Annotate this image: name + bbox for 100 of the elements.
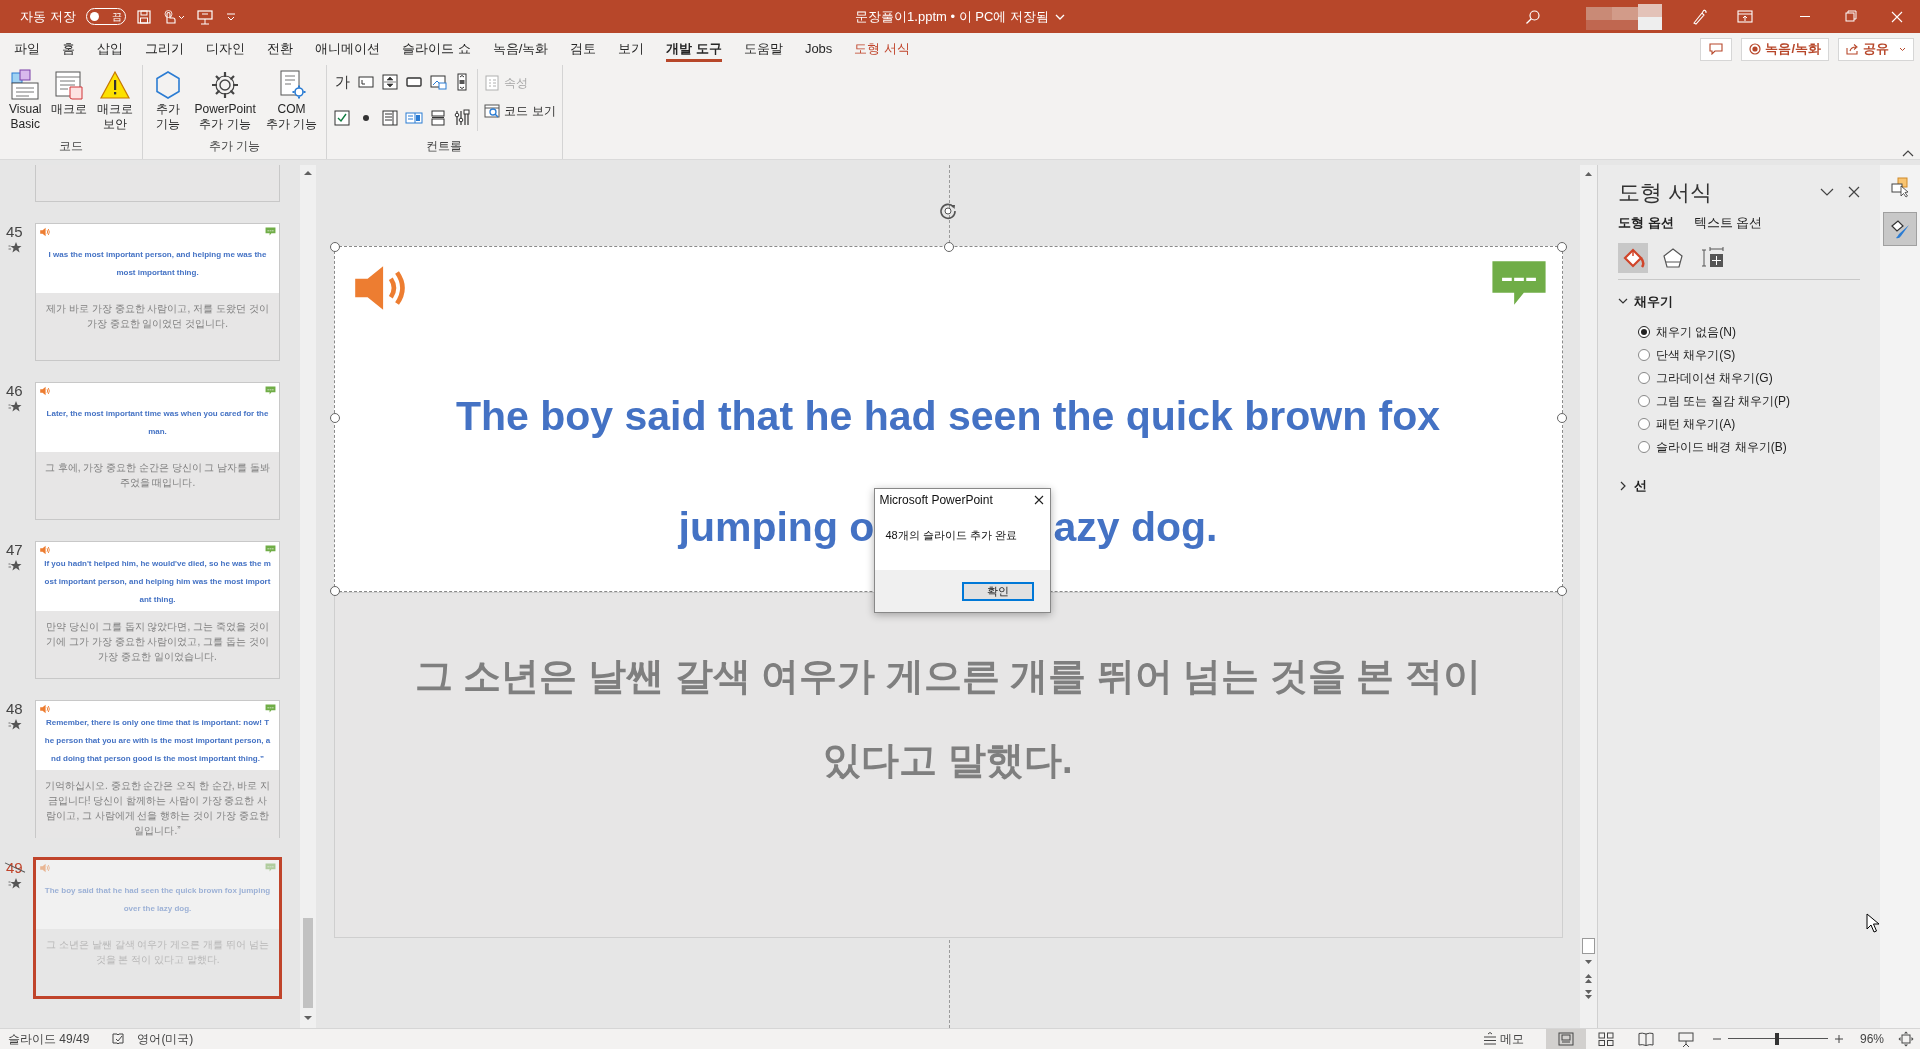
radio-button[interactable] [1638,326,1650,338]
rotate-handle-icon[interactable] [937,201,958,221]
share-button[interactable]: 공유 [1838,37,1914,61]
scroll-thumb[interactable] [303,918,313,1008]
size-position-icon [1701,245,1725,270]
ok-button[interactable]: 확인 [962,581,1035,601]
ribbon-tab[interactable]: 슬라이드 쇼 [391,33,482,65]
zoom-in-icon[interactable] [1834,1034,1844,1044]
ribbon-tab[interactable]: 파일 [3,33,51,65]
ribbon-display-icon[interactable] [1736,8,1754,25]
section-header[interactable]: 선 [1618,476,1860,496]
notes-button[interactable]: 메모 [1478,1029,1528,1049]
speaker-icon [39,226,51,238]
radio-button[interactable] [1638,395,1650,407]
close-icon[interactable] [1848,186,1860,198]
ribbon-tab[interactable]: 도움말 [732,33,794,65]
dialog-title: Microsoft PowerPoint [879,492,993,509]
visual-basic-button[interactable]: Visual Basic [6,69,45,137]
macro-security-button[interactable]: 매크로 보안 [94,69,137,137]
slide-english-text: Remember, there is only one time that is important: now! The person that you are with is the most important person, and doing that person good is the most important thing.” [44,716,271,765]
presentation-icon[interactable] [195,8,214,25]
spin-button-icon[interactable] [381,73,400,91]
resize-handle[interactable] [329,242,340,252]
record-button[interactable]: 녹음/녹화 [1741,37,1829,61]
ribbon-tab[interactable]: 삽입 [86,33,134,65]
checkbox-icon[interactable] [333,109,352,127]
label-control-button[interactable]: 가 [333,73,352,91]
add-ins-button[interactable]: 추가 기능 [149,69,188,137]
pane-icon-tab[interactable] [1618,242,1648,273]
slide-thumbnail[interactable] [35,165,280,202]
ribbon-tab[interactable]: 도형 서식 [843,33,921,65]
radio-label[interactable]: 그림 또는 질감 채우기(P) [1656,392,1790,410]
slide-korean-text: 기억하십시오. 중요한 순간은 오직 한 순간, 바로 지금입니다! 당신이 함께하는 사람이 가장 중요한 사람이고, 그 사람에게 선을 행하는 것이 가장 중요한 일입니다.” [44,779,271,838]
side-pane-button[interactable] [1883,212,1917,246]
slide-thumbnail[interactable]: Later, the most important time was when you cared for the man. 그 후에, 가장 중요한 순간은 당신이 그 남자를 돌봐주었을 때입니다. [35,382,280,520]
ribbon-tab[interactable]: 애니메이션 [304,33,391,65]
caret-icon[interactable] [1820,187,1834,197]
warning-icon [99,69,132,101]
more-controls-icon[interactable] [453,109,472,127]
slide-english-text: Later, the most important time was when you cared for the man. [45,407,270,438]
slide-english-text: azy dog. [1053,502,1218,552]
zoom-slider[interactable] [1728,1032,1828,1046]
radio-label[interactable]: 그라데이션 채우기(G) [1656,369,1773,387]
autosave-label: 자동 저장 [20,7,76,26]
com-add-ins-button[interactable]: COM 추가 기능 [262,69,321,137]
transition-star-icon [8,718,22,730]
fit-to-window-icon[interactable] [1898,1031,1914,1047]
slide-thumbnail[interactable]: I was the most important person, and helping me was the most important thing. 제가 바로 가장 중요한 사람이고, 저를 도왔던 것이 가장 중요한 일이었던 것입니다. [35,223,280,361]
collapse-ribbon-icon[interactable] [1902,149,1914,157]
chevron-right-icon [1618,480,1628,491]
combo-box-icon[interactable] [405,109,424,127]
view-code-button[interactable]: 코드 보기 [484,102,556,120]
ribbon-tab[interactable]: 보기 [607,33,656,65]
frame-icon[interactable] [429,109,448,127]
resize-handle[interactable] [329,413,340,423]
shape-cursor-icon [1889,176,1911,198]
macro-button[interactable]: 매크로 [48,69,91,137]
radio-label[interactable]: 패턴 채우기(A) [1656,415,1736,433]
slide-english-text: jumping o [678,502,875,552]
scroll-thumb[interactable] [1582,938,1595,954]
ribbon-tab[interactable]: 녹음/녹화 [481,33,560,65]
touch-mode-icon[interactable] [161,8,186,25]
ribbon-tab[interactable]: 전환 [256,33,304,65]
ribbon-tab[interactable]: 검토 [559,33,608,65]
radio-button[interactable] [1638,441,1650,453]
text-box-icon[interactable] [357,73,376,91]
ribbon-tab[interactable]: 그리기 [134,33,195,65]
slide-english-text: I was the most important person, and helping me was the most important thing. [47,248,268,279]
radio-button[interactable] [1638,372,1650,384]
ribbon-tab[interactable]: 개발 도구 [655,33,733,65]
slide-thumbnail[interactable] [35,700,280,838]
ribbon-tab[interactable]: Jobs [793,33,844,65]
pane-tab[interactable]: 텍스트 옵션 [1693,213,1763,233]
resize-handle[interactable] [943,242,954,252]
pane-tab[interactable]: 도형 옵션 [1618,213,1674,233]
resize-handle[interactable] [1556,242,1567,252]
speaker-icon [39,703,51,715]
ribbon-tab[interactable]: 디자인 [195,33,256,65]
section-header[interactable]: 채우기 [1618,291,1860,311]
transition-star-icon [8,241,22,253]
accessibility-check-icon[interactable] [111,1032,126,1046]
radio-label[interactable]: 슬라이드 배경 채우기(B) [1656,438,1787,456]
caret-icon [1899,46,1906,52]
scrollbar[interactable] [300,165,316,1028]
zoom-percent[interactable]: 96% [1860,1030,1890,1048]
search-icon[interactable] [1525,8,1541,25]
resize-handle[interactable] [1556,413,1567,423]
radio-label[interactable]: 단색 채우기(S) [1656,346,1736,364]
list-box-icon[interactable] [381,109,400,127]
powerpoint-add-ins-button[interactable]: PowerPoint 추가 기능 [191,69,259,137]
radio-button[interactable] [1638,418,1650,430]
comment-icon [265,386,276,395]
slide-thumbnail[interactable]: If you hadn't helped him, he would've died, so he was the most important person, and helping him was the most important thing. 만약 당신이 그를 돕지 않았다면, 그는 죽었을 것이기에 그가 가장 중요한 사람이었고, 그를 돕는 것이 가장 중요한 일이었습니다. [35,541,280,679]
ribbon-tab[interactable]: 홈 [51,33,86,65]
image-control-icon[interactable] [429,73,448,91]
scrollbar[interactable] [1580,165,1597,1028]
radio-button[interactable] [1638,349,1650,361]
comment-icon [265,227,276,236]
radio-label[interactable]: 채우기 없음(N) [1656,323,1736,341]
save-icon[interactable] [135,8,152,25]
